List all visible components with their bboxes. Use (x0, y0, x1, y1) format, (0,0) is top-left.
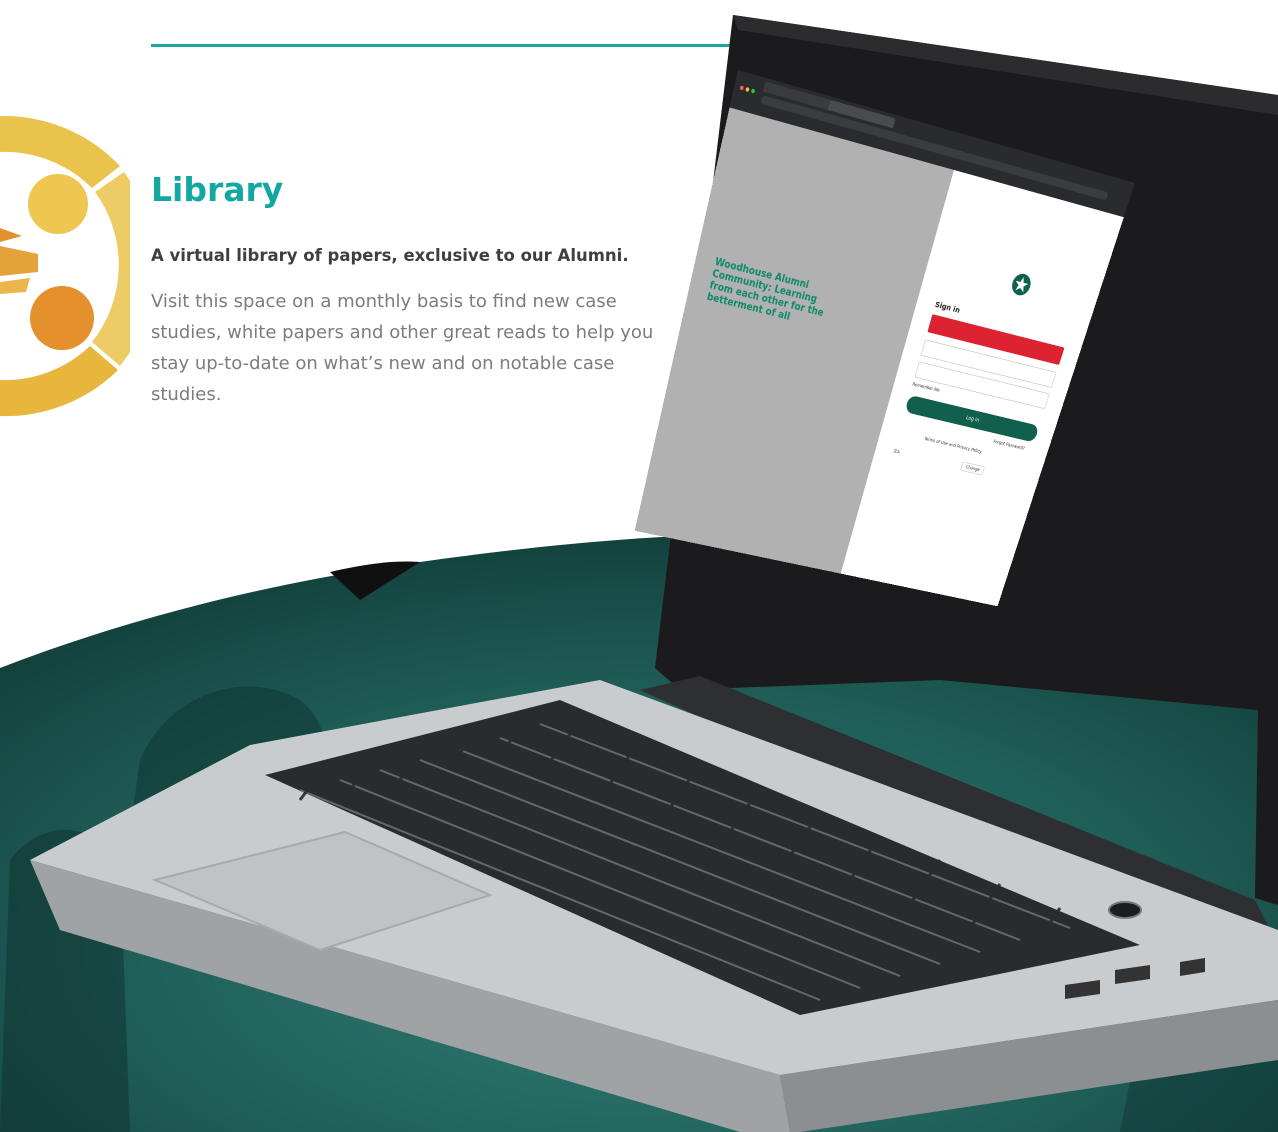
language-icon: 文A (893, 447, 901, 455)
page: Library A virtual library of papers, exc… (0, 0, 1278, 1132)
change-language-button[interactable]: Change (960, 462, 985, 476)
window-controls (739, 77, 760, 98)
remember-me-checkbox[interactable]: Remember Me (912, 382, 941, 394)
forgot-password-link[interactable]: Forgot Password? (993, 439, 1026, 451)
star-logo-icon (1009, 271, 1035, 298)
terms-link[interactable]: Terms of Use and Privacy Policy (924, 436, 983, 454)
community-tagline: Woodhouse Alumni Community: Learning fro… (706, 256, 836, 332)
signin-heading: Sign in (934, 301, 961, 315)
